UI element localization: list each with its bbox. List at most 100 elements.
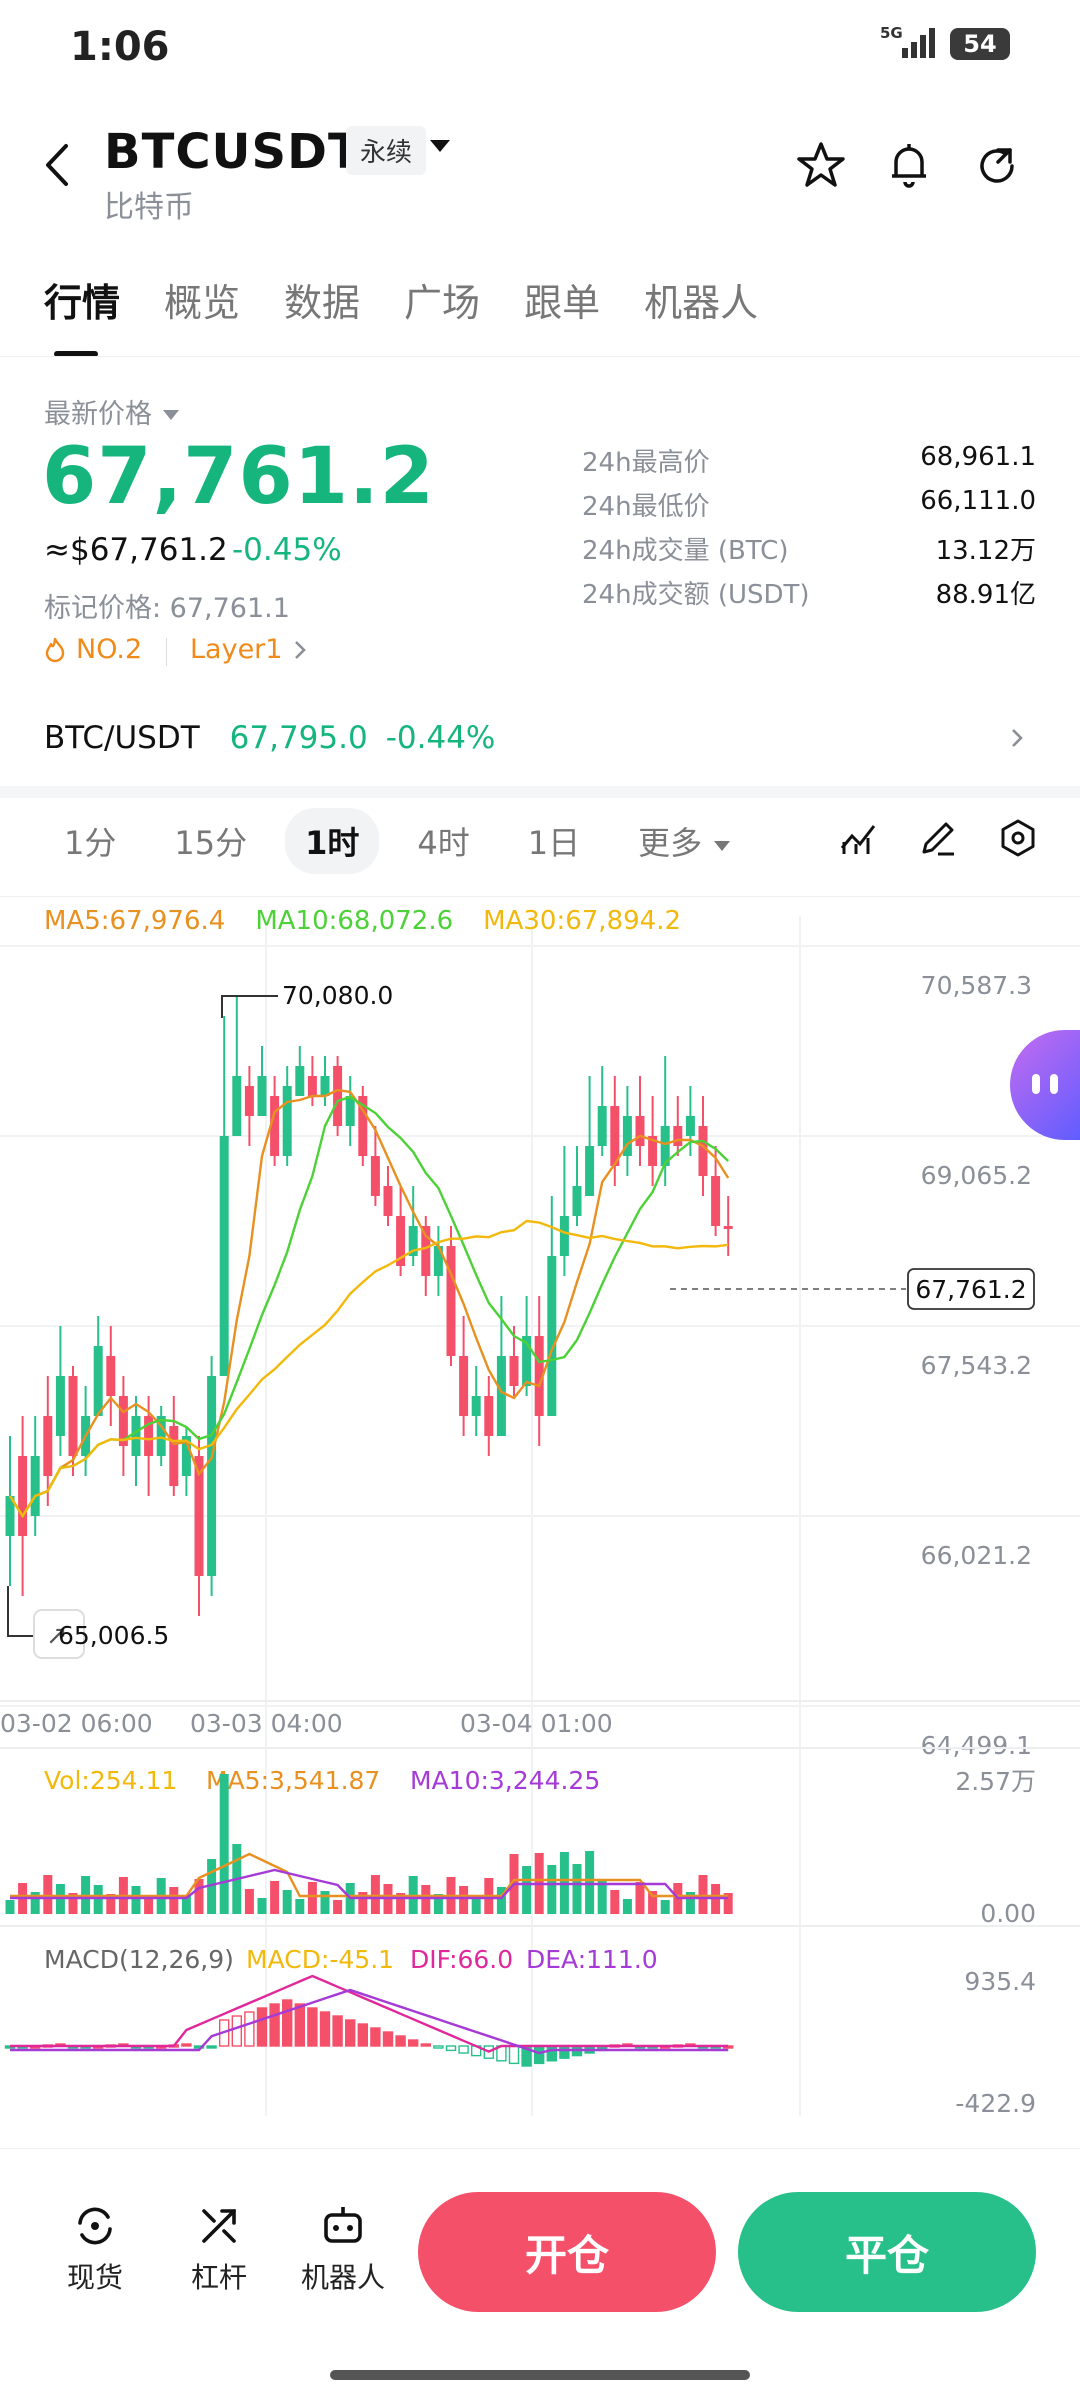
tab-square[interactable]: 广场	[404, 272, 480, 327]
interval-1m[interactable]: 1分	[44, 808, 136, 874]
draw-pencil-icon[interactable]	[918, 818, 958, 862]
macd-histogram-bar	[445, 2045, 457, 2052]
volume-bar	[610, 1890, 620, 1914]
volume-ma10-line	[10, 1868, 729, 1900]
macd-histogram-bar	[294, 2003, 305, 2047]
rank-tag[interactable]: NO.2	[44, 634, 142, 665]
macd-dea-label: DEA:111.0	[526, 1945, 658, 1974]
symbol-dropdown-icon[interactable]	[428, 136, 452, 160]
chevron-right-icon	[295, 640, 307, 659]
volume-bar	[370, 1875, 380, 1914]
time-axis-label: 03-04 01:00	[460, 1709, 613, 1738]
candle-body	[219, 1136, 229, 1376]
macd-histogram-bar	[345, 2019, 356, 2047]
candle-body	[345, 1096, 355, 1126]
candle-body	[244, 1086, 254, 1116]
spot-change: -0.44%	[385, 720, 496, 756]
candle-body	[698, 1126, 708, 1176]
nav-robot[interactable]: 机器人	[288, 2196, 398, 2296]
interval-1h[interactable]: 1时	[285, 808, 380, 874]
flame-icon	[45, 637, 65, 662]
latest-price-label[interactable]: 最新价格	[44, 392, 181, 431]
interval-more[interactable]: 更多	[618, 808, 752, 874]
time-axis-label: 03-02 06:00	[0, 1709, 153, 1738]
macd-histogram-bar	[256, 2007, 268, 2047]
contract-type-badge[interactable]: 永续	[346, 126, 427, 175]
stat-low: 24h最低价 66,111.0	[582, 486, 1036, 522]
candle-body	[333, 1066, 343, 1126]
share-icon[interactable]	[972, 140, 1022, 194]
volume-bar	[597, 1881, 607, 1914]
chart-settings-icon[interactable]	[998, 818, 1038, 862]
candle-body	[295, 1066, 305, 1096]
macd-histogram-bar	[206, 2045, 217, 2049]
macd-histogram-bar	[332, 2015, 343, 2047]
assistant-float-button[interactable]	[1010, 1030, 1080, 1140]
volume-bar	[270, 1881, 280, 1914]
alert-bell-icon[interactable]	[884, 140, 934, 194]
volume-bar	[257, 1898, 267, 1914]
volume-bar	[333, 1900, 343, 1914]
symbol-title[interactable]: BTCUSDT	[104, 124, 362, 180]
ma30-value: MA30:67,894.2	[483, 906, 681, 936]
interval-1d[interactable]: 1日	[508, 808, 600, 874]
macd-histogram-bar	[319, 2011, 331, 2047]
kline-chart[interactable]: 70,587.3 69,065.2 67,543.2 66,021.2 64,499.1…	[0, 896, 1080, 2140]
home-indicator[interactable]	[330, 2370, 750, 2380]
candle-body	[282, 1086, 292, 1156]
candle-body	[370, 1156, 380, 1196]
spot-pair: BTC/USDT	[44, 720, 200, 756]
candle-body	[673, 1126, 683, 1146]
ma30-line	[8, 1219, 729, 1519]
main-tabs: 行情 概览 数据 广场 跟单 机器人	[44, 272, 758, 357]
volume-ma10-label: MA10:3,244.25	[410, 1766, 600, 1795]
ma10-line	[8, 1095, 730, 1519]
interval-15m[interactable]: 15分	[154, 808, 267, 874]
time-axis-label: 03-03 04:00	[190, 1709, 343, 1738]
candle-body	[55, 1376, 65, 1436]
open-position-button[interactable]: 开仓	[418, 2192, 716, 2312]
tab-market[interactable]: 行情	[44, 272, 120, 357]
sector-tag[interactable]: Layer1	[190, 634, 308, 665]
volume-bar	[320, 1891, 330, 1914]
high-marker-line	[221, 995, 278, 1018]
back-button[interactable]	[40, 140, 76, 194]
stat-turnover: 24h成交额 (USDT) 88.91亿	[582, 580, 1036, 610]
back-arrow-icon	[46, 144, 68, 186]
last-price: 67,761.2	[42, 432, 435, 522]
candle-body	[131, 1416, 141, 1456]
volume-bar	[522, 1866, 532, 1914]
tab-bots[interactable]: 机器人	[644, 272, 758, 327]
macd-histogram-bar	[282, 1999, 293, 2047]
interval-4h[interactable]: 4时	[397, 808, 489, 874]
spot-pair-row[interactable]: BTC/USDT 67,795.0 -0.44%	[44, 720, 495, 756]
candle-body	[320, 1076, 330, 1096]
leverage-icon	[202, 2209, 236, 2243]
nav-leverage[interactable]: 杠杆	[164, 2196, 274, 2296]
volume-bar	[295, 1899, 305, 1914]
tab-overview[interactable]: 概览	[164, 272, 240, 327]
indicator-icon[interactable]	[838, 818, 878, 862]
tab-copy-trading[interactable]: 跟单	[524, 272, 600, 327]
macd-histogram-bar	[382, 2031, 394, 2047]
volume-bar	[307, 1882, 317, 1914]
macd-histogram-bar	[408, 2039, 419, 2047]
tab-data[interactable]: 数据	[284, 272, 360, 327]
caret-down-icon	[714, 841, 731, 851]
ma5-value: MA5:67,976.4	[44, 906, 226, 936]
volume-bar	[622, 1899, 632, 1914]
assistant-face-icon	[1032, 1074, 1058, 1094]
interval-selector: 1分 15分 1时 4时 1日 更多	[44, 808, 752, 874]
nav-leverage-label: 杠杆	[190, 2261, 247, 2294]
spot-chevron-icon[interactable]	[1008, 724, 1026, 756]
candle-body	[307, 1076, 317, 1096]
macd-value-label: MACD:-45.1	[246, 1945, 394, 1974]
favorite-star-icon[interactable]	[796, 140, 846, 194]
volume-bar	[5, 1900, 15, 1914]
close-position-button[interactable]: 平仓	[738, 2192, 1036, 2312]
candle-body	[459, 1356, 469, 1416]
nav-spot-label: 现货	[66, 2261, 123, 2294]
status-icons: 5G 54	[880, 24, 1010, 64]
nav-spot[interactable]: 现货	[40, 2196, 150, 2296]
ma5-line	[8, 1088, 730, 1519]
